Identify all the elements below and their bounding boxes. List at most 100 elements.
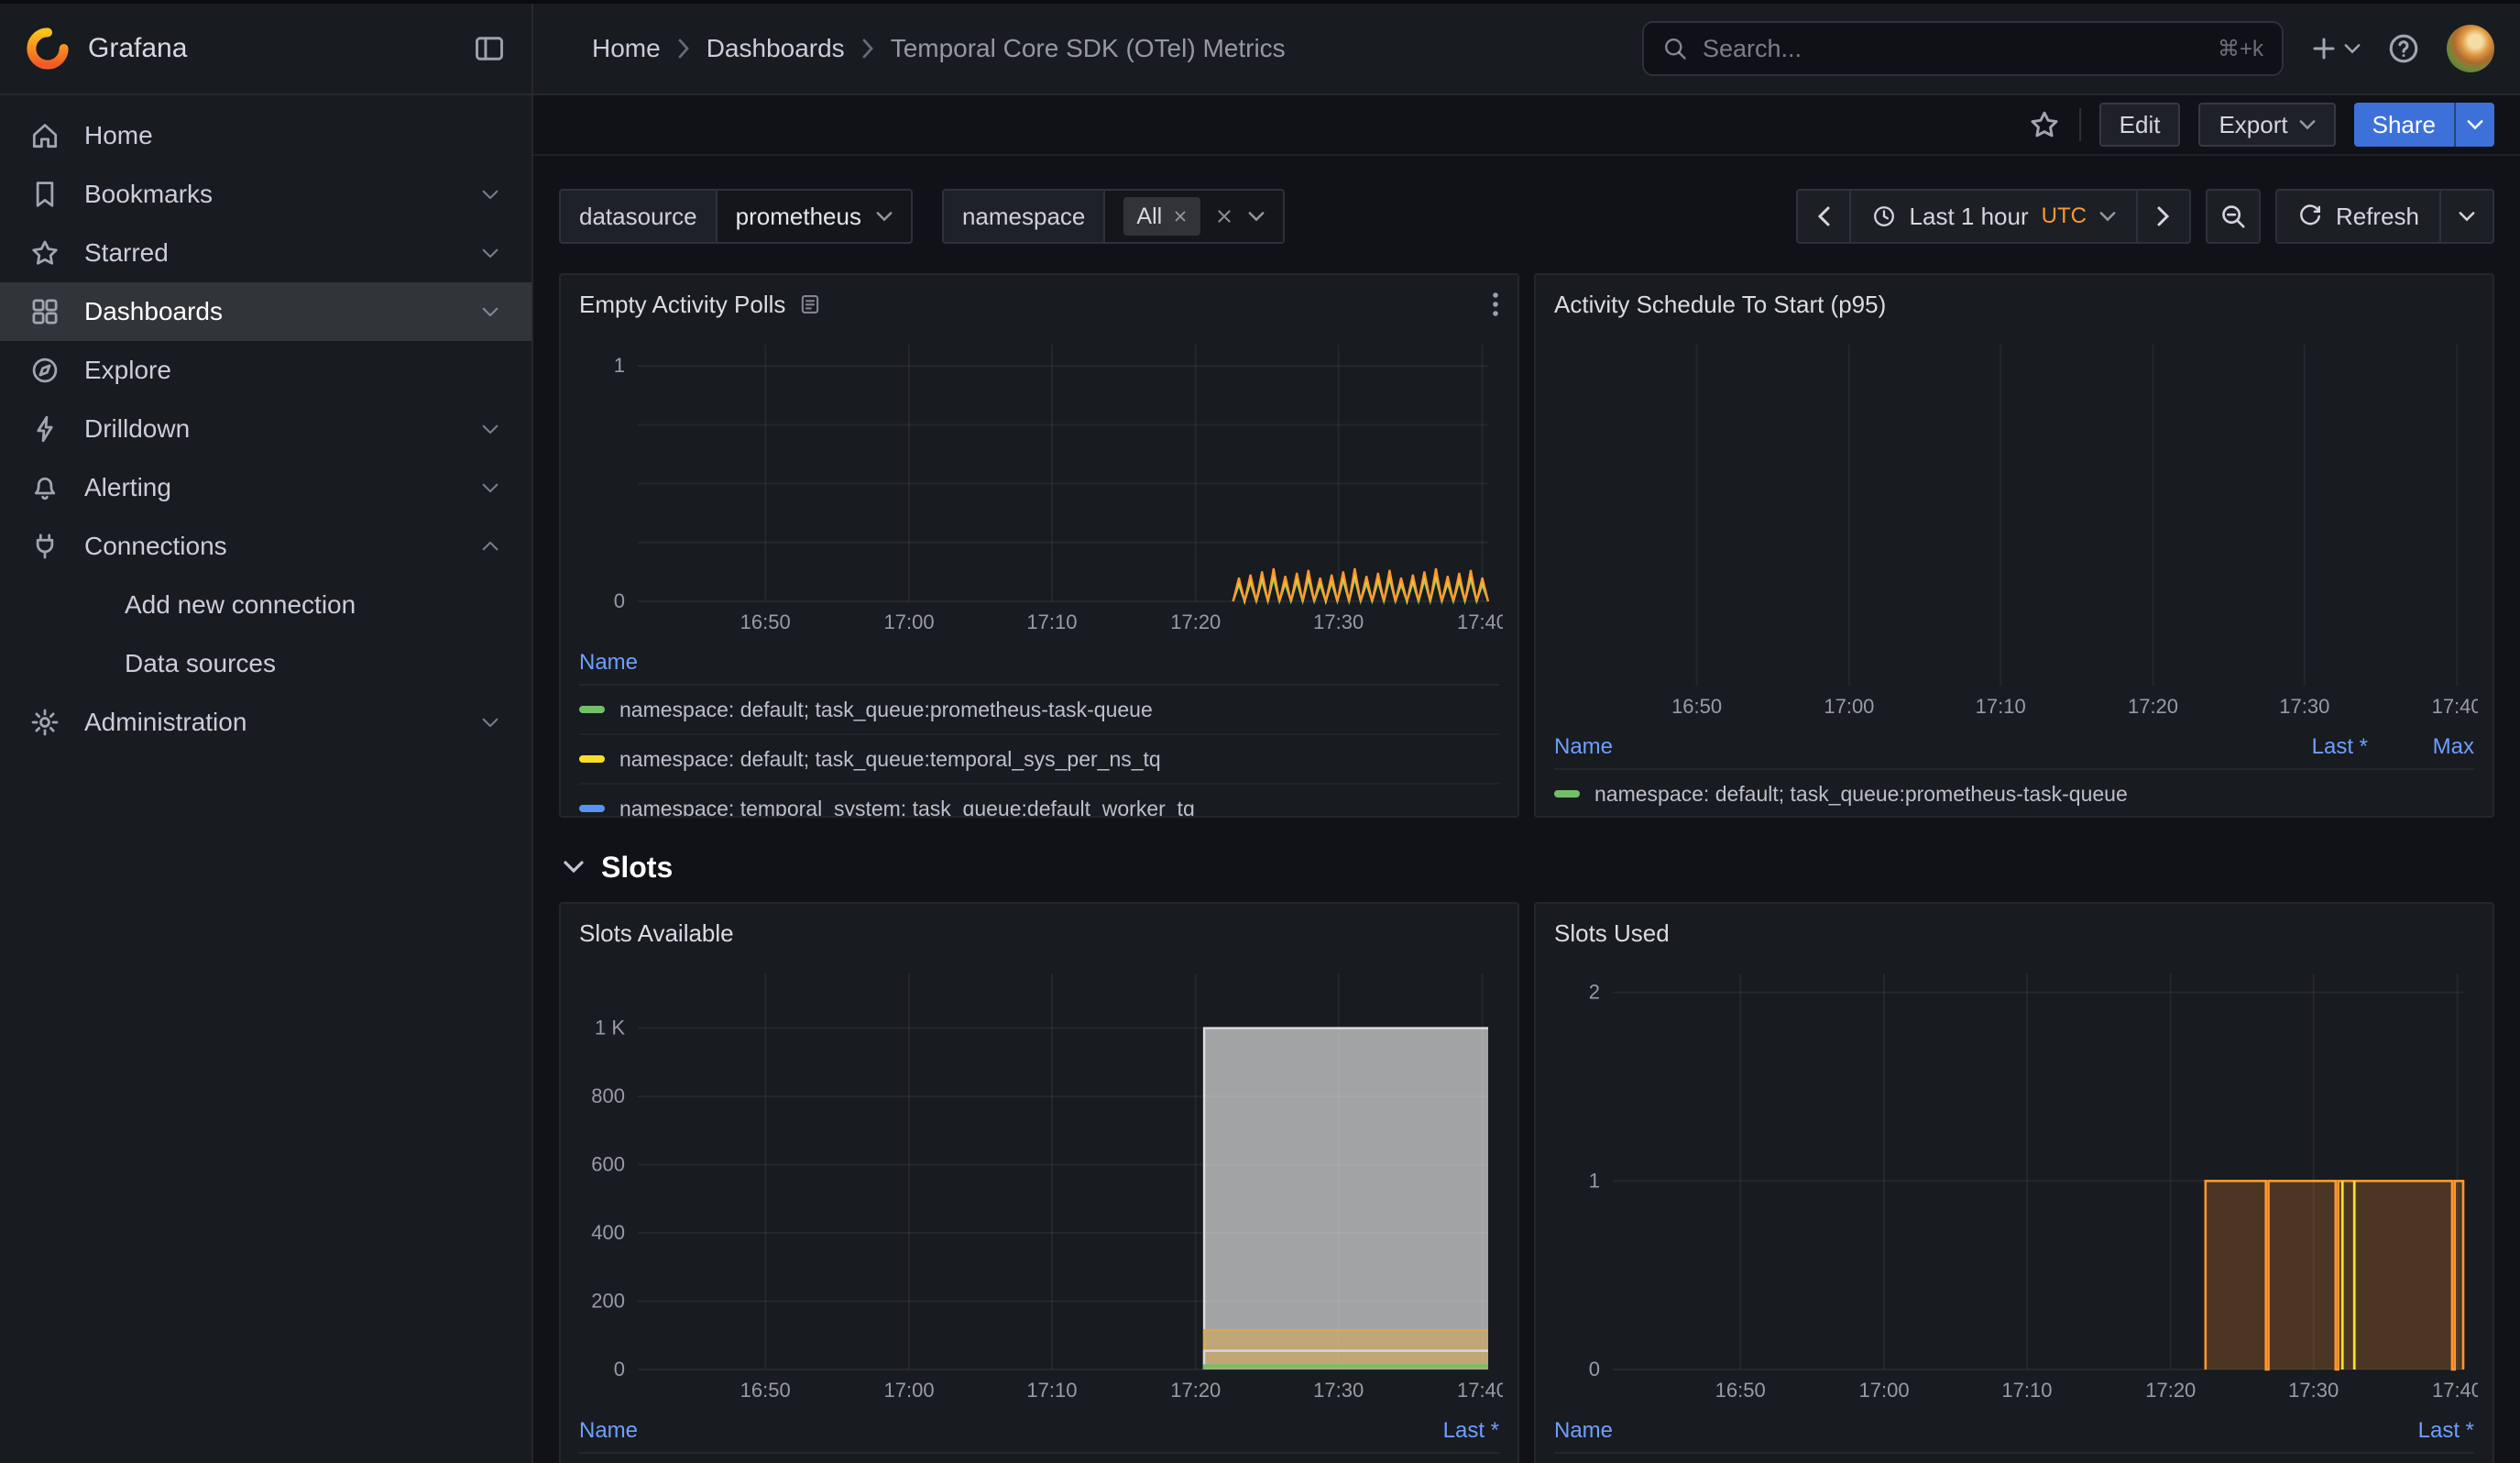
svg-text:16:50: 16:50 xyxy=(1715,1379,1766,1402)
panel-description-icon[interactable] xyxy=(798,292,822,316)
time-shift-forward-button[interactable] xyxy=(2136,189,2191,244)
legend-row[interactable]: namespace: default; task_queue:temporal_… xyxy=(579,735,1499,785)
panel-slots-available: Slots Available 02004006008001 K16:5017:… xyxy=(559,902,1519,1463)
var-namespace-select[interactable]: All xyxy=(1105,189,1285,244)
remove-value-icon[interactable] xyxy=(1173,209,1188,224)
panel-title[interactable]: Empty Activity Polls xyxy=(579,291,785,319)
sidebar-item-explore[interactable]: Explore xyxy=(0,341,531,400)
legend-row[interactable]: namespace: default; task_queue:prometheu… xyxy=(1554,1454,2474,1463)
panel-header: Slots Available xyxy=(561,904,1517,962)
chevron-down-icon xyxy=(478,710,502,734)
panel-header: Slots Used xyxy=(1536,904,2493,962)
clear-all-icon[interactable] xyxy=(1215,207,1233,226)
legend-col[interactable]: Last * xyxy=(2368,1418,2474,1444)
apps-icon xyxy=(29,296,62,327)
sidebar-item-label: Alerting xyxy=(84,473,171,502)
time-range-label: Last 1 hour xyxy=(1910,203,2029,231)
legend-col-name[interactable]: Name xyxy=(579,650,1499,676)
panel-title[interactable]: Activity Schedule To Start (p95) xyxy=(1554,291,1886,319)
chevron-left-icon xyxy=(1816,205,1831,227)
chevron-down-icon xyxy=(478,300,502,324)
sidebar-subitem-data-sources[interactable]: Data sources xyxy=(0,634,531,693)
search-bar[interactable]: ⌘+k xyxy=(1642,21,2284,76)
chevron-down-icon xyxy=(478,476,502,500)
user-avatar[interactable] xyxy=(2447,25,2494,72)
add-new-button[interactable] xyxy=(2309,34,2361,63)
sidebar-item-starred[interactable]: Starred xyxy=(0,224,531,282)
top-nav-bar: Grafana HomeDashboardsTemporal Core SDK … xyxy=(0,4,2520,95)
sidebar-subitem-add-new-connection[interactable]: Add new connection xyxy=(0,576,531,634)
legend-row[interactable]: namespace: default; task_queue:prometheu… xyxy=(579,1454,1499,1463)
share-menu-caret[interactable] xyxy=(2454,103,2494,147)
sidebar-nav: Home BookmarksStarred Dashboards Explore Dri… xyxy=(0,95,533,1463)
svg-text:16:50: 16:50 xyxy=(740,1379,791,1402)
sidebar-item-dashboards[interactable]: Dashboards xyxy=(0,282,531,341)
zoom-out-time-button[interactable] xyxy=(2206,189,2261,244)
time-series-plot[interactable]: 02004006008001 K16:5017:0017:1017:2017:3… xyxy=(575,962,1503,1406)
sidebar-item-label: Home xyxy=(84,121,153,150)
legend-row[interactable]: namespace: default; task_queue:prometheu… xyxy=(1554,770,2474,816)
series-color-marker xyxy=(579,805,605,812)
legend-col-name[interactable]: Name xyxy=(1554,1418,2368,1444)
sidebar-item-administration[interactable]: Administration xyxy=(0,693,531,752)
svg-text:17:00: 17:00 xyxy=(884,610,935,633)
series-color-marker xyxy=(579,706,605,713)
panel-title[interactable]: Slots Used xyxy=(1554,919,1670,948)
refresh-group: Refresh xyxy=(2275,189,2494,244)
toolbar-divider xyxy=(2079,108,2081,141)
gear-icon xyxy=(29,707,62,738)
time-series-plot[interactable]: 16:5017:0017:1017:2017:3017:40 xyxy=(1550,334,2478,722)
sidebar-item-connections[interactable]: Connections xyxy=(0,517,531,576)
export-button[interactable]: Export xyxy=(2198,103,2335,147)
sidebar-item-alerting[interactable]: Alerting xyxy=(0,458,531,517)
search-input[interactable] xyxy=(1703,35,2203,63)
legend-row[interactable]: namespace: temporal_system; task_queue:d… xyxy=(579,785,1499,816)
time-range-picker-button[interactable]: Last 1 hour UTC xyxy=(1849,189,2138,244)
legend-col[interactable]: Last * xyxy=(2262,734,2368,760)
export-label: Export xyxy=(2219,111,2287,139)
legend-col-name[interactable]: Name xyxy=(1554,734,2262,760)
legend-col[interactable]: Max xyxy=(2368,734,2474,760)
bookmark-icon xyxy=(29,179,62,210)
refresh-interval-caret[interactable] xyxy=(2439,189,2494,244)
sidebar-item-home[interactable]: Home xyxy=(0,106,531,165)
panel-menu-icon[interactable] xyxy=(1492,290,1499,319)
legend-col[interactable]: Last * xyxy=(1393,1418,1499,1444)
refresh-button[interactable]: Refresh xyxy=(2275,189,2441,244)
chart-legend: Name namespace: default; task_queue:prome… xyxy=(579,642,1499,816)
chevron-down-icon xyxy=(876,211,893,222)
legend-row[interactable]: namespace: default; task_queue:prometheu… xyxy=(579,686,1499,735)
share-button[interactable]: Share xyxy=(2354,103,2454,147)
grafana-logo-icon xyxy=(26,27,70,71)
sidebar-item-label: Drilldown xyxy=(84,414,190,444)
bell-icon xyxy=(29,472,62,503)
sidebar-item-label: Dashboards xyxy=(84,297,223,326)
refresh-icon xyxy=(2297,204,2323,229)
svg-text:17:40: 17:40 xyxy=(1457,1379,1503,1402)
namespace-all-pill[interactable]: All xyxy=(1123,197,1200,236)
sidebar-item-bookmarks[interactable]: Bookmarks xyxy=(0,165,531,224)
var-datasource-select[interactable]: prometheus xyxy=(718,189,913,244)
edit-button[interactable]: Edit xyxy=(2099,103,2181,147)
series-color-marker xyxy=(579,755,605,763)
svg-text:400: 400 xyxy=(591,1221,625,1244)
var-datasource-value: prometheus xyxy=(736,203,861,231)
breadcrumb-item[interactable]: Home xyxy=(592,34,661,63)
sidebar-toggle-icon[interactable] xyxy=(473,32,506,65)
help-button[interactable] xyxy=(2386,31,2421,66)
time-series-plot[interactable]: 0116:5017:0017:1017:2017:3017:40 xyxy=(575,334,1503,638)
dashboard-content: datasource prometheus namespace All xyxy=(533,156,2520,1463)
sidebar-item-drilldown[interactable]: Drilldown xyxy=(0,400,531,458)
panel-title[interactable]: Slots Available xyxy=(579,919,734,948)
grafana-home-link[interactable]: Grafana xyxy=(26,27,455,71)
row-section-slots[interactable]: Slots xyxy=(559,843,2494,891)
favorite-star-icon[interactable] xyxy=(2028,108,2061,141)
legend-col-name[interactable]: Name xyxy=(579,1418,1393,1444)
svg-text:17:30: 17:30 xyxy=(1313,610,1364,633)
time-shift-back-button[interactable] xyxy=(1796,189,1851,244)
share-split-button: Share xyxy=(2354,103,2494,147)
svg-text:17:10: 17:10 xyxy=(1976,695,2026,718)
svg-text:1: 1 xyxy=(1589,1169,1600,1192)
breadcrumb-item[interactable]: Dashboards xyxy=(707,34,845,63)
time-series-plot[interactable]: 01216:5017:0017:1017:2017:3017:40 xyxy=(1550,962,2478,1406)
